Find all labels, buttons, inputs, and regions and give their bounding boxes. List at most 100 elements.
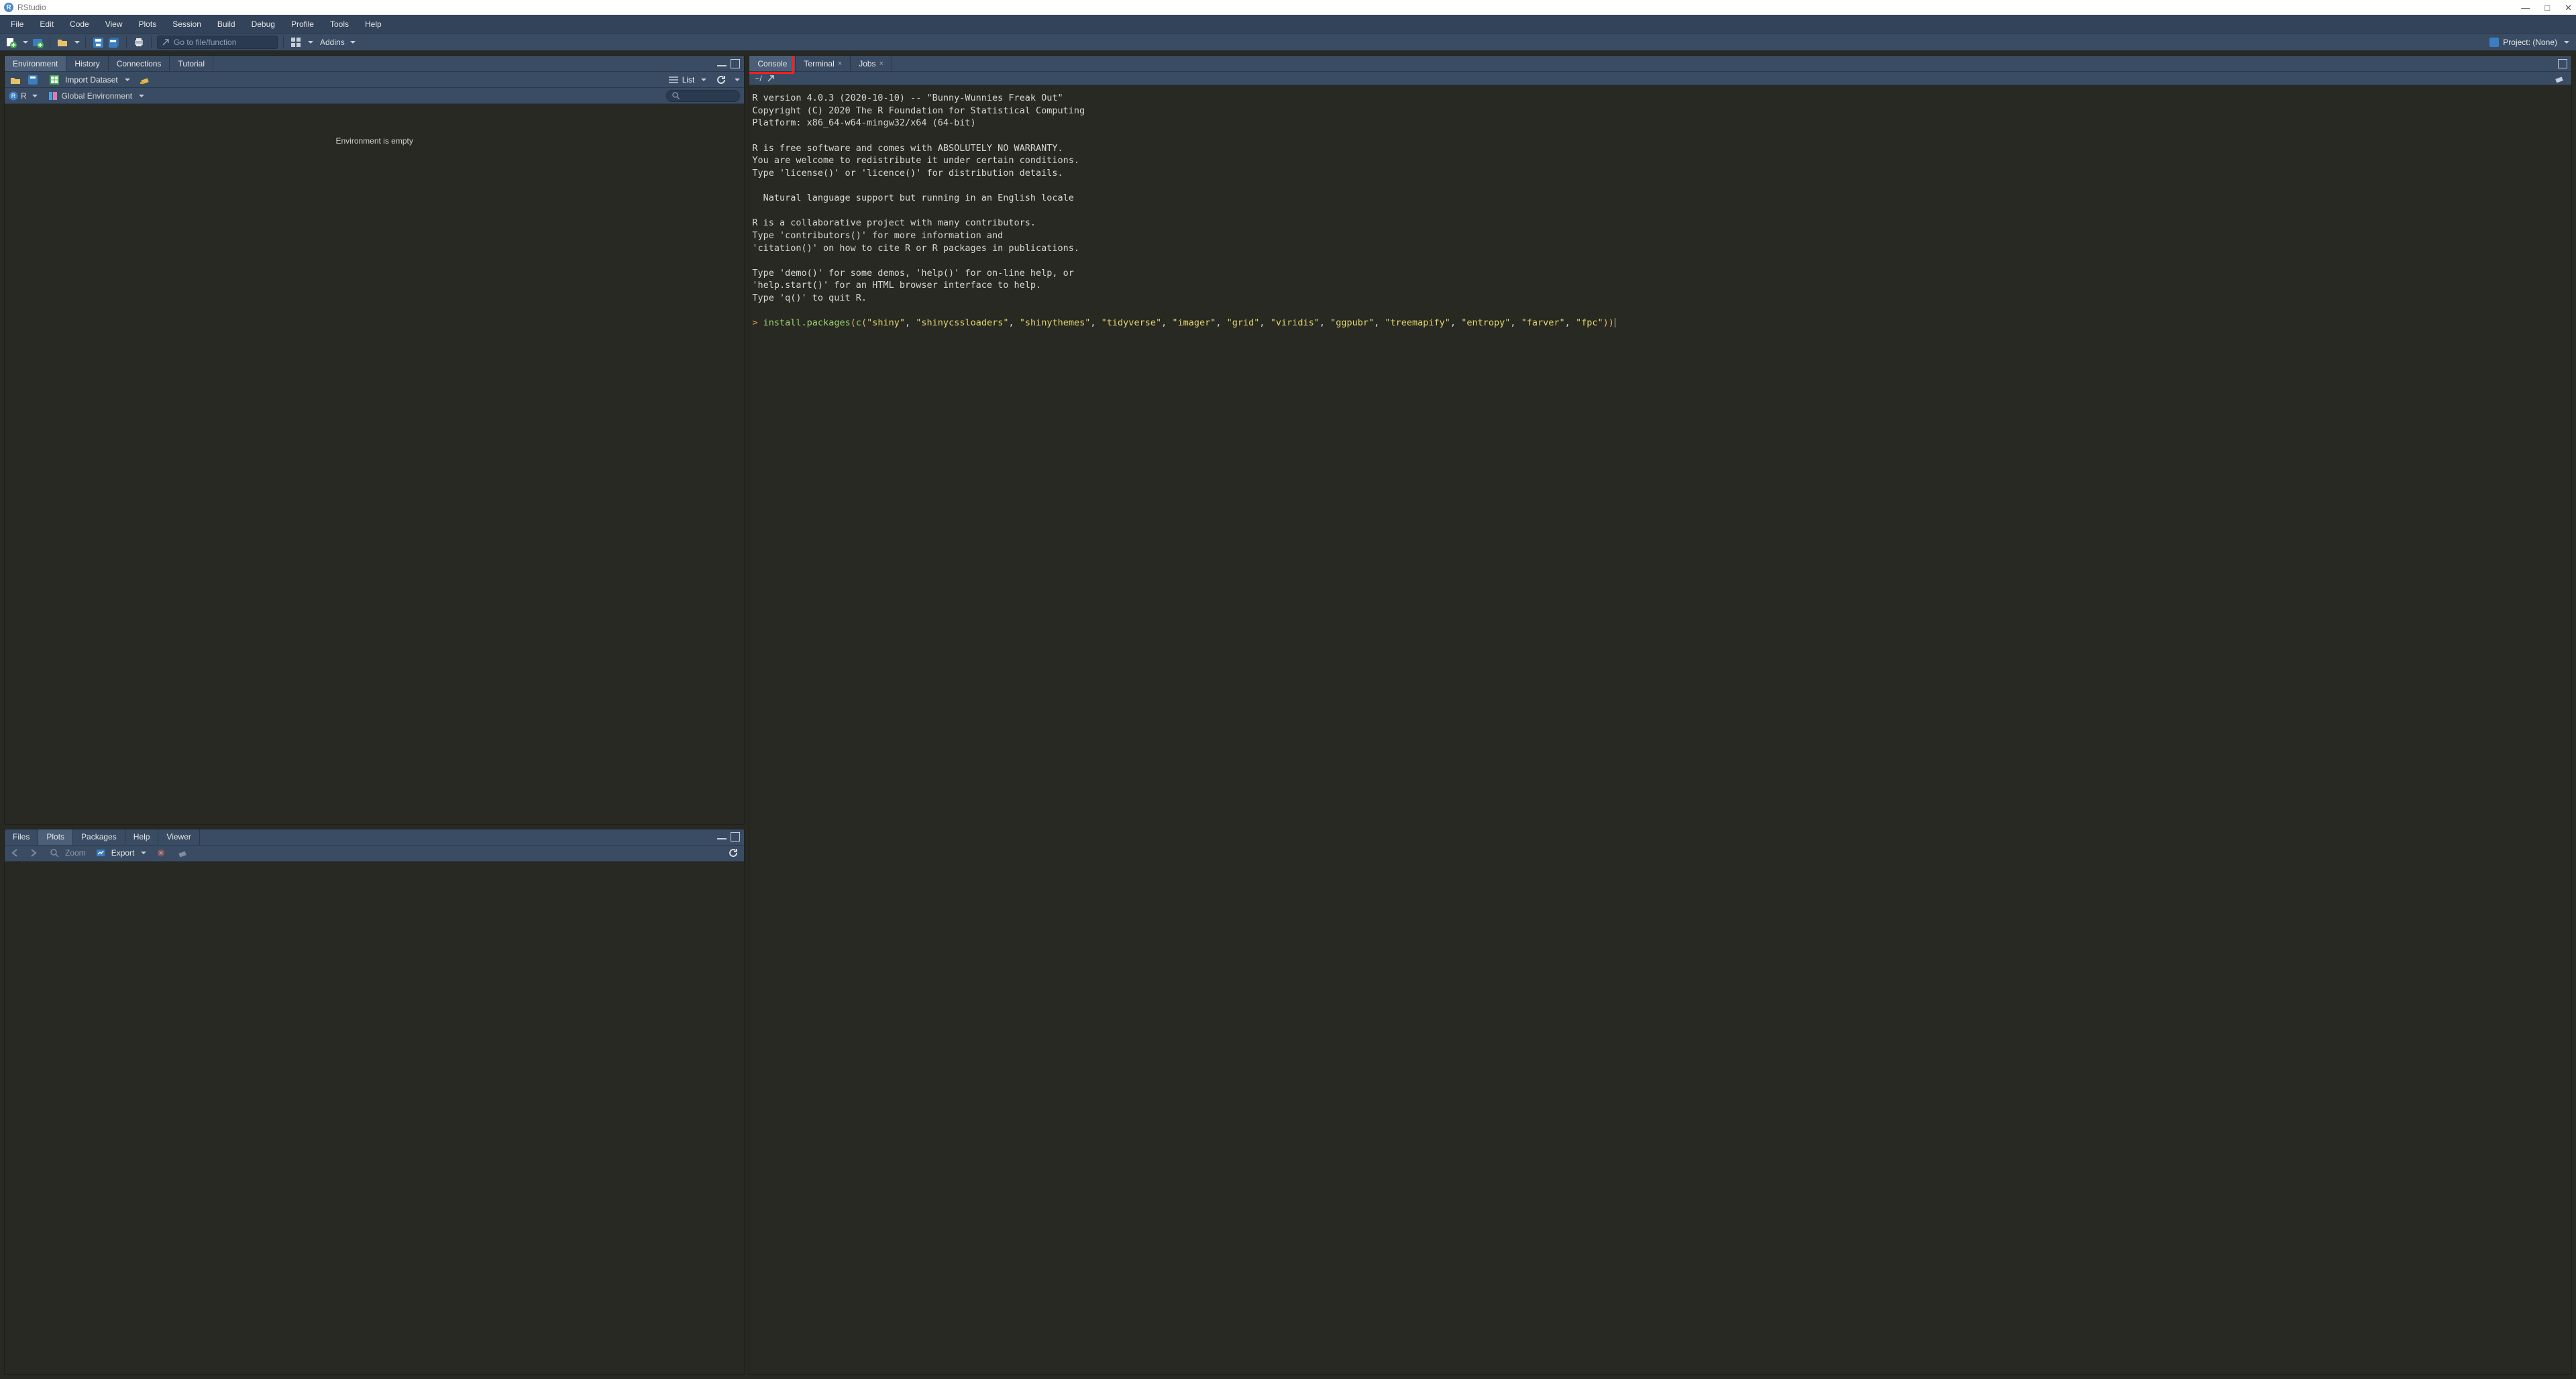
save-all-button[interactable] [107,36,121,49]
tab-close-icon[interactable]: × [838,60,842,68]
open-file-button[interactable] [56,36,69,49]
menu-session[interactable]: Session [164,15,209,34]
tab-plots[interactable]: Plots [38,829,73,845]
menu-code[interactable]: Code [62,15,97,34]
tab-viewer[interactable]: Viewer [158,829,199,845]
token-function: c [856,317,861,328]
menu-help[interactable]: Help [357,15,390,34]
export-caret-icon[interactable] [138,848,146,858]
new-file-caret-icon[interactable] [20,38,28,47]
grid-view-button[interactable] [289,36,303,49]
plot-clear-all-button[interactable] [176,846,189,860]
plot-export-button[interactable]: Export [111,848,135,858]
pane-minimize-icon[interactable] [717,834,727,839]
project-selector[interactable]: Project: (None) [2489,38,2572,47]
tab-packages[interactable]: Packages [73,829,125,845]
menu-build[interactable]: Build [209,15,244,34]
tab-label: Connections [117,59,162,68]
plot-zoom-button[interactable]: Zoom [65,848,86,858]
tab-history[interactable]: History [66,56,108,71]
console-output[interactable]: R version 4.0.3 (2020-10-10) -- "Bunny-W… [749,85,2571,1374]
global-toolbar: Go to file/function Addins Project: (Non… [0,34,2576,51]
token-comma: , [1259,317,1270,328]
goto-file-function-input[interactable]: Go to file/function [157,36,278,49]
console-clear-button[interactable] [2553,72,2566,85]
token-comma: , [1565,317,1576,328]
menu-debug[interactable]: Debug [244,15,283,34]
import-dataset-caret-icon[interactable] [122,75,130,85]
pane-maximize-icon[interactable] [731,832,740,841]
token-string: "fpc" [1576,317,1603,328]
grid-view-caret-icon[interactable] [305,38,313,47]
tab-console[interactable]: Console [749,56,796,71]
plots-toolbar: Zoom Export [5,846,744,862]
print-button[interactable] [132,36,146,49]
token-comma: , [1450,317,1461,328]
environment-scope-selector[interactable]: Global Environment [48,91,144,101]
plots-body [5,862,744,1374]
tab-files[interactable]: Files [5,829,38,845]
token-string: "shiny" [867,317,905,328]
tab-tutorial[interactable]: Tutorial [170,56,213,71]
tab-close-icon[interactable]: × [879,60,883,68]
console-banner-text: R version 4.0.3 (2020-10-10) -- "Bunny-W… [752,93,1085,303]
token-paren: ) [1603,317,1609,328]
tab-environment[interactable]: Environment [5,56,66,71]
close-button[interactable]: ✕ [2565,3,2572,12]
list-caret-icon[interactable] [698,75,706,85]
global-env-icon [48,91,58,101]
environment-toolbar: Import Dataset List [5,72,744,88]
console-tabs: ConsoleTerminal×Jobs× [749,56,2571,72]
open-recent-caret-icon[interactable] [72,38,80,47]
save-workspace-button[interactable] [26,73,40,87]
goto-placeholder: Go to file/function [174,38,236,47]
tab-help[interactable]: Help [125,829,159,845]
main-menubar: FileEditCodeViewPlotsSessionBuildDebugPr… [0,15,2576,34]
import-dataset-button[interactable]: Import Dataset [65,75,118,85]
plot-next-button[interactable] [26,846,40,860]
menu-profile[interactable]: Profile [283,15,322,34]
refresh-env-button[interactable] [714,73,728,87]
minimize-button[interactable]: ― [2521,3,2530,12]
pane-minimize-icon[interactable] [717,61,727,66]
environment-search-input[interactable] [666,90,740,102]
console-working-dir: ~/ [755,74,761,83]
search-icon [672,92,680,99]
import-dataset-icon[interactable] [48,73,61,87]
addins-menu[interactable]: Addins [316,38,360,47]
menu-edit[interactable]: Edit [32,15,62,34]
new-file-button[interactable] [4,36,17,49]
new-project-button[interactable] [31,36,44,49]
token-comma: , [1320,317,1330,328]
menu-tools[interactable]: Tools [322,15,357,34]
menu-view[interactable]: View [97,15,131,34]
token-string: "farver" [1521,317,1565,328]
list-view-button[interactable]: List [682,75,695,85]
token-comma: , [1090,317,1101,328]
tab-label: Viewer [166,832,191,841]
environment-pane: EnvironmentHistory Connections Tutorial Im… [4,55,745,825]
save-button[interactable] [91,36,105,49]
plot-prev-button[interactable] [9,846,22,860]
console-popout-icon[interactable] [767,75,775,82]
tab-connections[interactable]: Connections [109,56,170,71]
pane-maximize-icon[interactable] [731,59,740,68]
token-comma: , [1216,317,1226,328]
language-selector[interactable]: R R [9,91,38,101]
tab-terminal[interactable]: Terminal× [796,56,851,71]
console-prompt: > [752,317,757,328]
menu-plots[interactable]: Plots [131,15,165,34]
zoom-icon [48,846,61,860]
console-pane: ConsoleTerminal×Jobs× ~/ R version 4.0.3… [749,55,2572,1375]
plot-remove-button[interactable] [154,846,168,860]
menu-file[interactable]: File [3,15,32,34]
maximize-button[interactable]: □ [2544,3,2550,12]
refresh-caret-icon[interactable] [732,75,740,85]
pane-maximize-icon[interactable] [2558,59,2567,68]
plot-refresh-button[interactable] [727,846,740,860]
tab-label: Packages [81,832,117,841]
clear-workspace-button[interactable] [138,73,152,87]
console-input-line[interactable]: > install.packages(c("shiny", "shinycssl… [752,317,2565,329]
load-workspace-button[interactable] [9,73,22,87]
tab-jobs[interactable]: Jobs× [851,56,892,71]
